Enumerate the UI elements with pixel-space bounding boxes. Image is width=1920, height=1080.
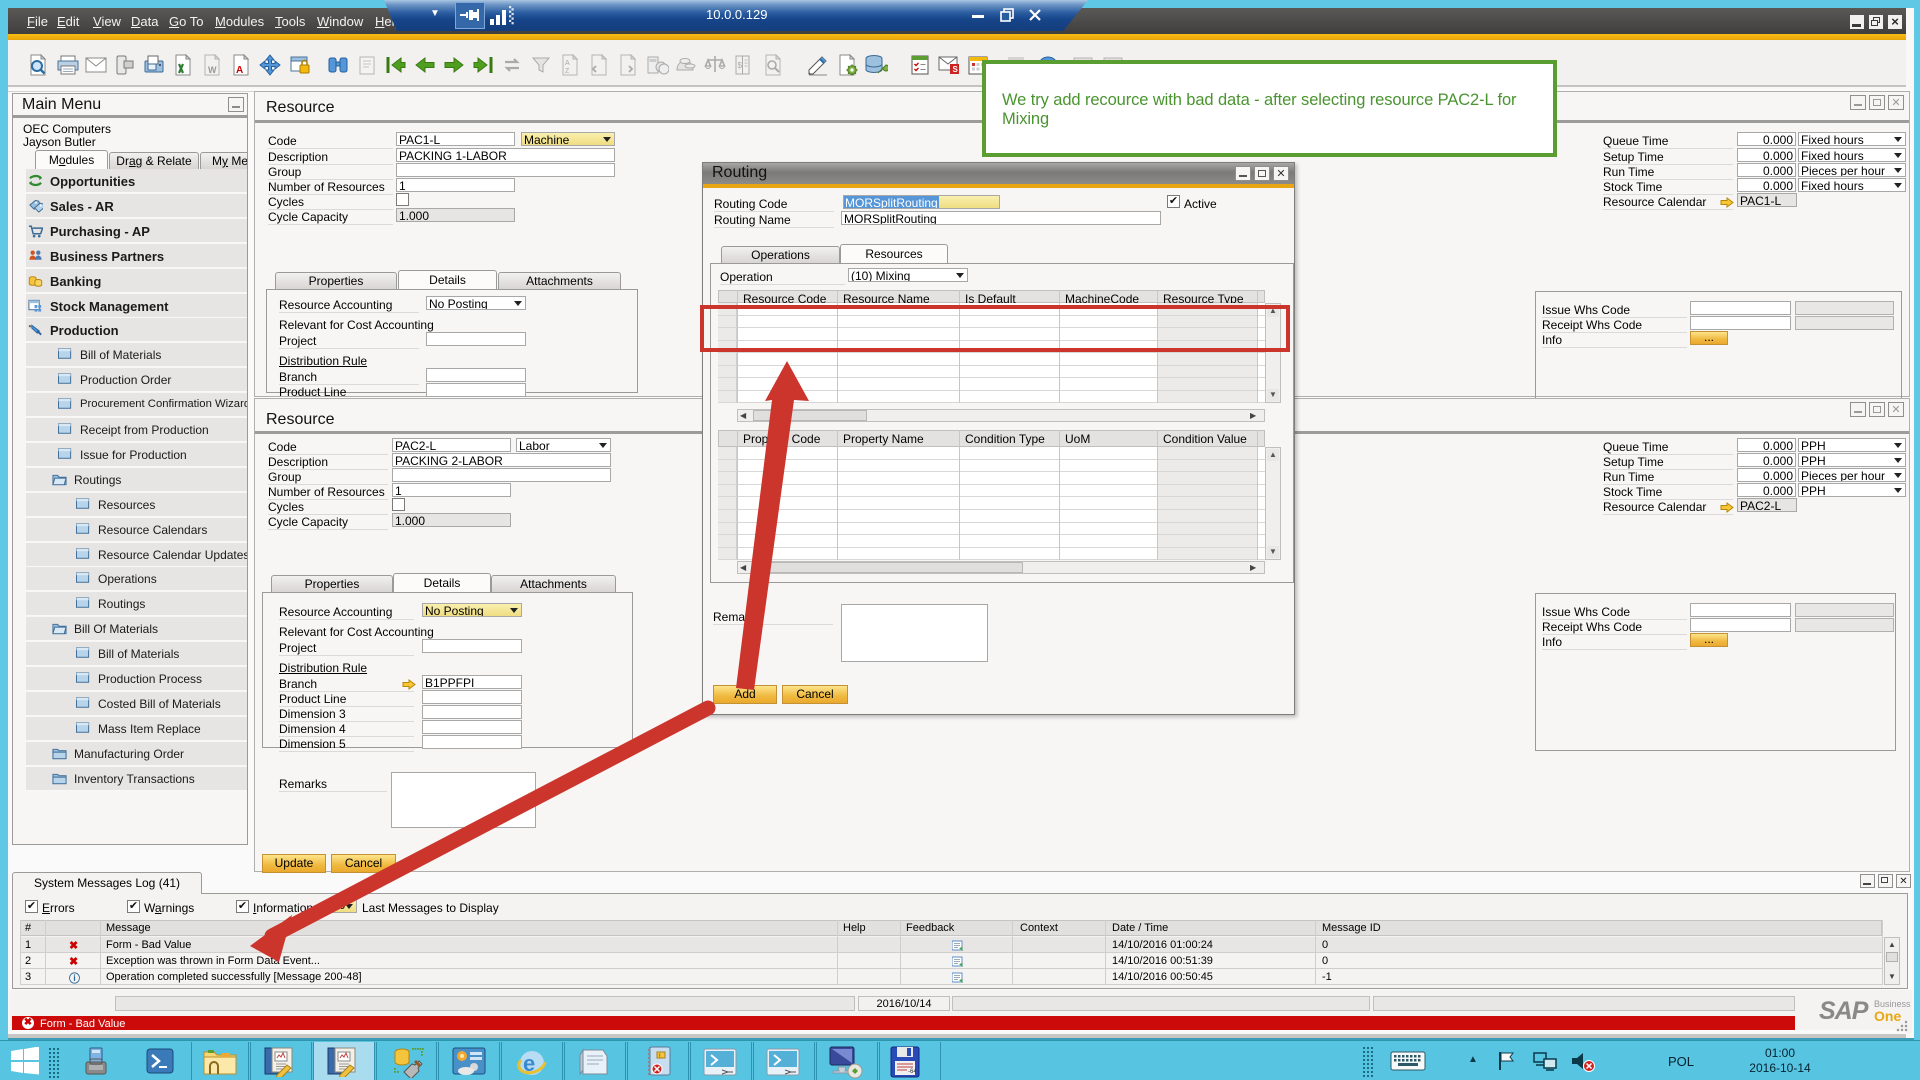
svg-text:Z: Z — [565, 68, 570, 75]
svg-text:$: $ — [738, 61, 743, 70]
svg-text:S: S — [953, 65, 959, 74]
svg-text:A: A — [236, 65, 243, 76]
svg-text:A: A — [565, 60, 570, 67]
svg-text:W: W — [208, 65, 217, 75]
svg-text:-64: -64 — [908, 1069, 917, 1075]
